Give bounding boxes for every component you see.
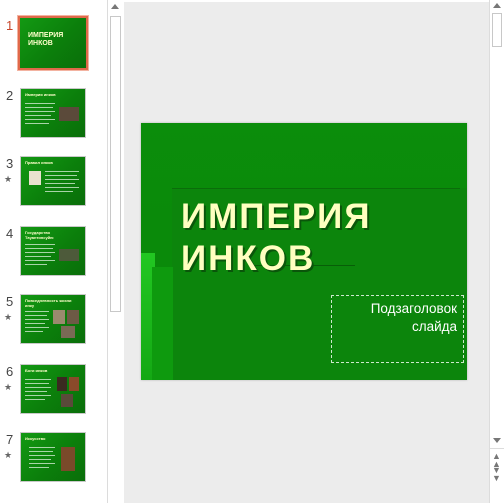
slide-thumbnail-pane: 1 ИМПЕРИЯИНКОВ 2 Империя инков 3 ★ Прав (0, 0, 107, 503)
slide-preview-image (59, 249, 79, 261)
slide-number: 3 (6, 156, 14, 171)
slide-preview[interactable]: ИМПЕРИЯ ИНКОВ (18, 16, 88, 70)
slide-preview[interactable]: Искусство (20, 432, 86, 482)
animation-star-icon: ★ (4, 174, 13, 184)
slide-number: 5 (6, 294, 14, 309)
slide-number: 1 (6, 18, 14, 33)
slide-subtitle: Подзаголовок слайда (370, 301, 457, 334)
slide-preview-title: Искусство (25, 436, 46, 441)
scrollbar-thumb[interactable] (110, 16, 121, 312)
slide-thumbnail-1[interactable]: 1 ИМПЕРИЯ ИНКОВ (0, 16, 107, 80)
slide-preview-image (69, 377, 79, 391)
scroll-down-arrow-icon[interactable] (493, 438, 501, 443)
slide-preview-title: Повседневность жизни инку (25, 298, 72, 308)
scroll-up-arrow-icon[interactable] (493, 3, 501, 8)
slide-number: 7 (6, 432, 14, 447)
slide-preview[interactable]: Государство Тауантинсуйю (20, 226, 86, 276)
slide-thumbnail-partial (20, 497, 84, 503)
slide-preview-image (59, 107, 79, 121)
slide-editing-area: ИМПЕРИЯ ИНКОВ Подзаголовок слайда (124, 0, 489, 503)
slide-preview-title: Боги инков (25, 368, 48, 373)
slide-preview-image (61, 447, 75, 471)
slide-number: 2 (6, 88, 14, 103)
slide-preview-image (61, 326, 75, 338)
next-slide-icon[interactable]: ▼ ▼ (492, 466, 501, 483)
slide-preview-image (67, 310, 79, 324)
slide-preview[interactable]: Правил инков (20, 156, 86, 206)
slide-preview-title: Правил инков (25, 160, 53, 165)
scroll-up-arrow-icon[interactable] (111, 4, 119, 9)
current-slide[interactable]: ИМПЕРИЯ ИНКОВ Подзаголовок слайда (141, 123, 467, 380)
decorative-block (152, 267, 173, 380)
thumbnail-scrollbar[interactable] (107, 0, 125, 503)
slide-preview[interactable]: Империя инков (20, 88, 86, 138)
slide-thumbnail-6[interactable]: 6 ★ Боги инков (0, 364, 107, 426)
slide-preview-image (29, 171, 41, 185)
slide-thumbnail-3[interactable]: 3 ★ Правил инков (0, 156, 107, 218)
slide-preview-title: Империя инков (25, 92, 56, 97)
slide-number: 6 (6, 364, 14, 379)
slide-number: 4 (6, 226, 14, 241)
slide-preview-title: ИМПЕРИЯ ИНКОВ (28, 32, 64, 47)
slide-thumbnail-7[interactable]: 7 ★ Искусство (0, 432, 107, 494)
slide-title[interactable]: ИМПЕРИЯ ИНКОВ (181, 196, 421, 280)
slide-thumbnail-4[interactable]: 4 Государство Тауантинсуйю (0, 226, 107, 288)
slide-preview-image (57, 377, 67, 391)
animation-star-icon: ★ (4, 312, 13, 322)
slide-preview-image (53, 310, 65, 324)
slide-preview[interactable]: Боги инков (20, 364, 86, 414)
animation-star-icon: ★ (4, 450, 13, 460)
divider (172, 188, 460, 189)
slide-thumbnail-5[interactable]: 5 ★ Повседневность жизни инку (0, 294, 107, 356)
slide-scrollbar[interactable]: ▲ ▲ ▼ ▼ (489, 0, 504, 503)
slide-preview-image (61, 394, 73, 407)
animation-star-icon: ★ (4, 382, 13, 392)
scrollbar-thumb[interactable] (492, 13, 502, 47)
slide-preview[interactable]: Повседневность жизни инку (20, 294, 86, 344)
subtitle-placeholder[interactable]: Подзаголовок слайда (331, 295, 464, 363)
slide-thumbnail-2[interactable]: 2 Империя инков (0, 88, 107, 150)
slide-preview-title: Государство Тауантинсуйю (25, 230, 54, 240)
